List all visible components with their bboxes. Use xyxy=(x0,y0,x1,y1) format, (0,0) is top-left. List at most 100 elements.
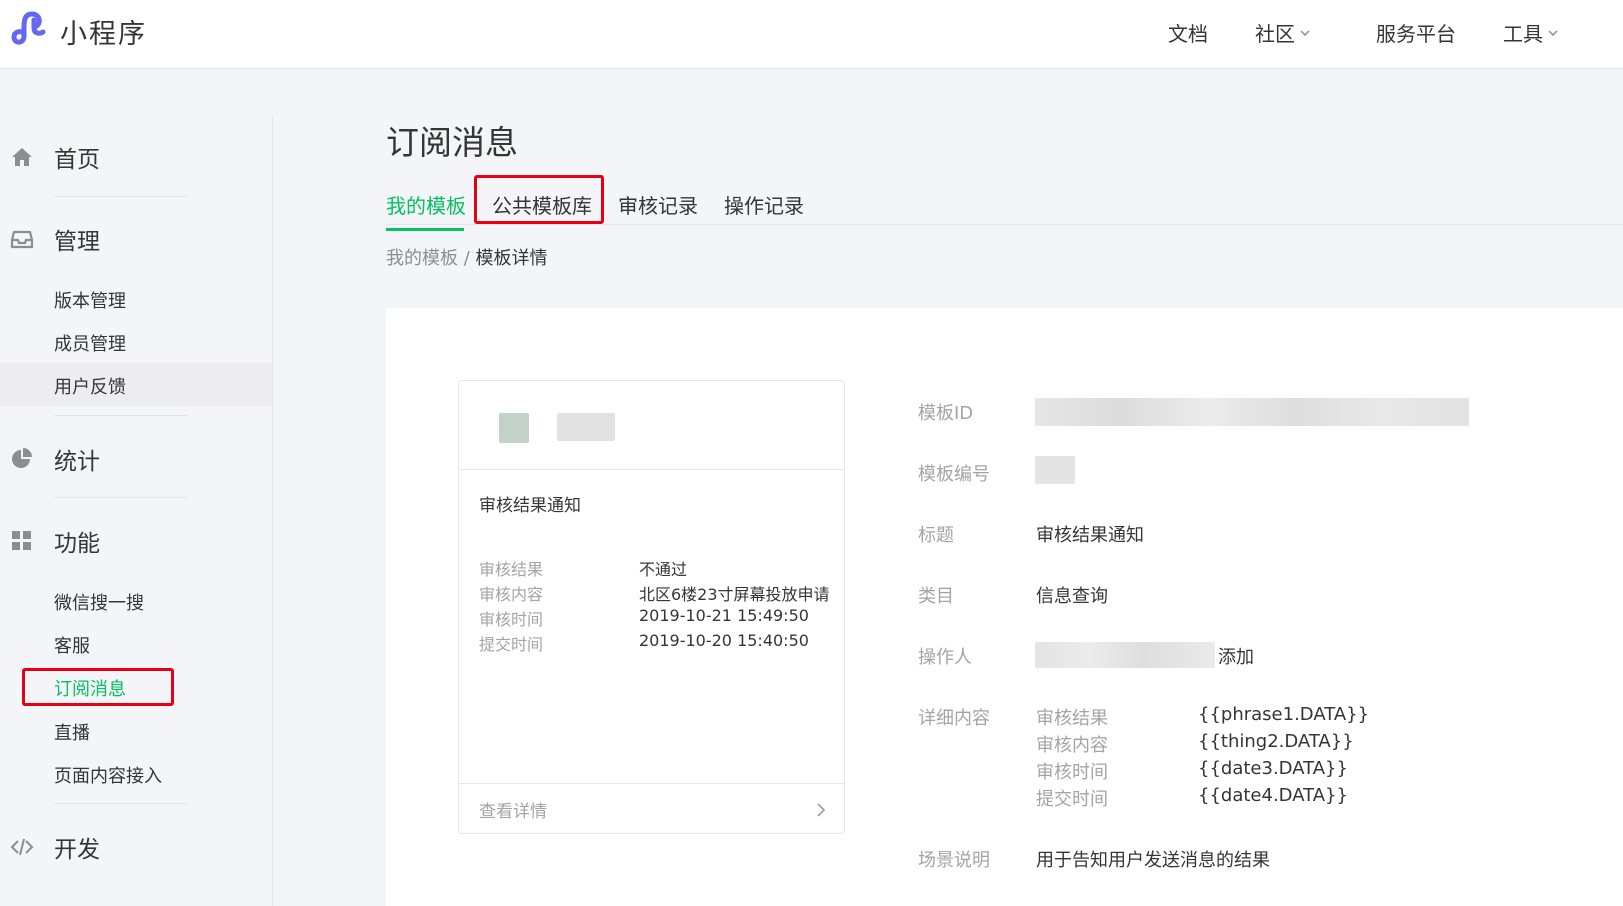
sidebar-item-label: 直播 xyxy=(54,723,90,744)
sidebar-item-wechat-search[interactable]: 微信搜一搜 xyxy=(0,579,272,622)
divider xyxy=(54,497,187,498)
view-details-link[interactable]: 查看详情 xyxy=(459,783,844,834)
card-title: 审核结果通知 xyxy=(479,496,581,516)
label-category: 类目 xyxy=(918,586,954,607)
tab-label: 审核记录 xyxy=(618,194,698,218)
nav-tools[interactable]: 工具 xyxy=(1503,18,1559,47)
sidebar-item-label: 用户反馈 xyxy=(54,377,126,398)
grid-icon xyxy=(12,531,31,550)
code-icon xyxy=(10,838,34,856)
breadcrumb-parent[interactable]: 我的模板 xyxy=(386,248,458,269)
tab-bar: 我的模板 公共模板库 审核记录 操作记录 xyxy=(386,182,1623,231)
label-template-no: 模板编号 xyxy=(918,464,990,485)
preview-key: 提交时间 xyxy=(479,635,544,654)
miniprogram-logo-icon[interactable] xyxy=(10,10,48,48)
sidebar-item-version-management[interactable]: 版本管理 xyxy=(0,277,272,320)
tab-label: 操作记录 xyxy=(724,194,804,218)
sidebar-item-dev[interactable]: 开发 xyxy=(0,827,272,867)
app-name-redacted xyxy=(557,413,615,441)
nav-service-platform[interactable]: 服务平台 xyxy=(1376,18,1456,47)
nav-docs-label: 文档 xyxy=(1168,22,1208,46)
breadcrumb-current: 模板详情 xyxy=(475,248,548,269)
label-operator: 操作人 xyxy=(918,647,972,668)
content-field-key: {{date4.DATA}} xyxy=(1198,785,1348,806)
view-details-label: 查看详情 xyxy=(479,802,547,822)
page-title: 订阅消息 xyxy=(386,123,518,162)
sidebar-item-label: 统计 xyxy=(54,449,100,475)
message-preview-card: 审核结果通知 审核结果 不通过 审核内容 北区6楼23寸屏幕投放申请 审核时间 … xyxy=(458,380,845,834)
app-avatar xyxy=(499,413,529,443)
preview-key: 审核时间 xyxy=(479,610,544,629)
nav-tools-label: 工具 xyxy=(1503,22,1543,46)
divider xyxy=(54,803,187,804)
label-template-id: 模板ID xyxy=(918,403,974,424)
value-category: 信息查询 xyxy=(1036,586,1108,607)
sidebar-item-features[interactable]: 功能 xyxy=(0,521,272,561)
sidebar-item-live[interactable]: 直播 xyxy=(0,709,272,752)
inbox-icon xyxy=(10,230,34,249)
chevron-right-icon xyxy=(817,803,826,817)
sidebar-item-home[interactable]: 首页 xyxy=(0,137,272,177)
sidebar-item-member-management[interactable]: 成员管理 xyxy=(0,320,272,363)
content-field-name: 审核结果 xyxy=(1036,708,1108,729)
content-field-key: {{date3.DATA}} xyxy=(1198,758,1348,779)
sidebar: 首页 管理 版本管理 成员管理 用户反馈 统计 功能 微信搜一搜 客服 订阅消息… xyxy=(0,115,273,906)
sidebar-item-manage[interactable]: 管理 xyxy=(0,219,272,259)
content-field-name: 提交时间 xyxy=(1036,789,1108,810)
nav-service-platform-label: 服务平台 xyxy=(1376,22,1456,46)
tab-operation-records[interactable]: 操作记录 xyxy=(724,190,804,219)
preview-value: 2019-10-21 15:49:50 xyxy=(639,606,809,625)
content-field-key: {{phrase1.DATA}} xyxy=(1198,704,1370,725)
preview-key: 审核内容 xyxy=(479,585,544,604)
operator-redacted xyxy=(1035,642,1215,668)
tab-active-indicator xyxy=(386,228,464,231)
preview-key: 审核结果 xyxy=(479,560,544,579)
label-title: 标题 xyxy=(918,525,954,546)
nav-community-label: 社区 xyxy=(1255,22,1295,46)
sidebar-item-label: 页面内容接入 xyxy=(54,766,162,787)
sidebar-item-label: 订阅消息 xyxy=(54,679,126,700)
nav-community[interactable]: 社区 xyxy=(1255,18,1311,47)
content-field-key: {{thing2.DATA}} xyxy=(1198,731,1354,752)
sidebar-item-label: 成员管理 xyxy=(54,334,126,355)
home-icon xyxy=(12,148,32,166)
label-scene: 场景说明 xyxy=(918,850,990,871)
sidebar-item-label: 功能 xyxy=(54,531,100,557)
chevron-down-icon xyxy=(1300,29,1310,36)
template-id-redacted xyxy=(1035,398,1469,426)
tab-public-library[interactable]: 公共模板库 xyxy=(492,190,592,219)
value-scene: 用于告知用户发送消息的结果 xyxy=(1036,850,1270,871)
sidebar-item-stats[interactable]: 统计 xyxy=(0,439,272,479)
sidebar-item-label: 开发 xyxy=(54,837,100,863)
content-field-name: 审核内容 xyxy=(1036,735,1108,756)
sidebar-item-page-content[interactable]: 页面内容接入 xyxy=(0,752,272,795)
sidebar-item-label: 版本管理 xyxy=(54,291,126,312)
value-title: 审核结果通知 xyxy=(1036,525,1144,546)
content-field-name: 审核时间 xyxy=(1036,762,1108,783)
sidebar-item-user-feedback[interactable]: 用户反馈 xyxy=(0,363,272,406)
nav-docs[interactable]: 文档 xyxy=(1168,18,1208,47)
value-operator-suffix: 添加 xyxy=(1218,647,1254,668)
card-header xyxy=(459,381,844,470)
divider xyxy=(54,415,187,416)
tab-my-templates[interactable]: 我的模板 xyxy=(386,190,466,231)
template-no-redacted xyxy=(1035,456,1075,484)
preview-value: 不通过 xyxy=(639,560,688,579)
sidebar-item-label: 管理 xyxy=(54,229,100,255)
divider xyxy=(54,196,187,197)
tab-review-records[interactable]: 审核记录 xyxy=(618,190,698,219)
sidebar-item-subscribe-message[interactable]: 订阅消息 xyxy=(0,665,272,708)
label-content: 详细内容 xyxy=(918,708,990,729)
sidebar-item-label: 微信搜一搜 xyxy=(54,593,144,614)
tab-label: 公共模板库 xyxy=(492,194,592,218)
breadcrumb-separator: / xyxy=(463,248,470,269)
sidebar-item-label: 首页 xyxy=(54,147,100,173)
brand-name[interactable]: 小程序 xyxy=(60,12,147,51)
pie-chart-icon xyxy=(12,448,32,468)
preview-value: 北区6楼23寸屏幕投放申请 xyxy=(639,585,830,604)
sidebar-item-customer-service[interactable]: 客服 xyxy=(0,622,272,665)
tab-label: 我的模板 xyxy=(386,194,466,218)
preview-value: 2019-10-20 15:40:50 xyxy=(639,631,809,650)
top-bar: 小程序 文档 社区 服务平台 工具 xyxy=(0,0,1623,69)
sidebar-item-label: 客服 xyxy=(54,636,90,657)
